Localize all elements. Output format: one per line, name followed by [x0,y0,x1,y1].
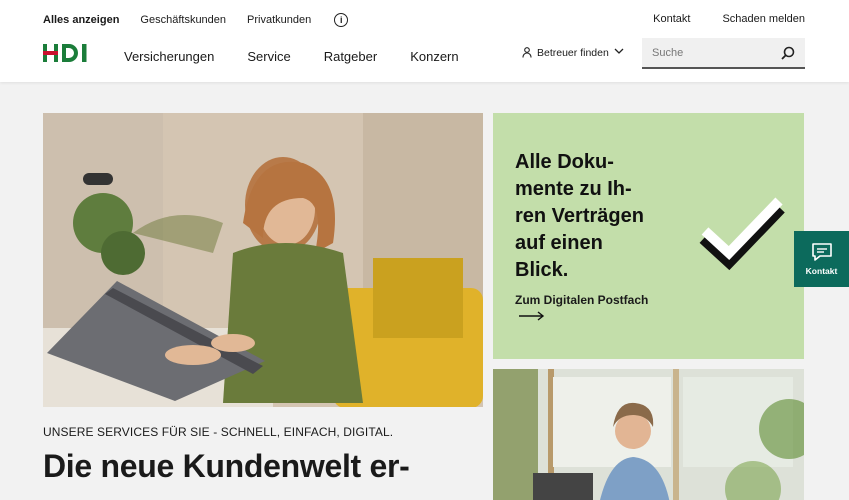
meta-nav-alles-anzeigen[interactable]: Alles anzeigen [43,14,119,26]
nav-service[interactable]: Service [247,49,290,64]
chevron-down-icon [614,46,624,59]
nav-konzern[interactable]: Konzern [410,49,458,64]
search-input[interactable]: Suche [642,38,805,69]
search-placeholder: Suche [652,46,684,59]
meta-nav-privatkunden[interactable]: Privatkunden [247,14,311,26]
card-title-line: auf einen [515,232,603,254]
meta-nav-geschaeftskunden[interactable]: Geschäftskunden [140,14,226,26]
chat-icon [811,243,832,261]
nav-ratgeber[interactable]: Ratgeber [324,49,377,64]
card-title-line: ren Verträgen [515,205,644,227]
person-icon [522,47,532,58]
main-nav: Versicherungen Service Ratgeber Konzern [124,49,459,64]
nav-versicherungen[interactable]: Versicherungen [124,49,214,64]
site-header: Alles anzeigen Geschäftskunden Privatkun… [0,0,849,82]
hdi-logo[interactable] [43,42,93,64]
card-title-line: Alle Doku- [515,151,614,173]
card-title-line: mente zu Ih- [515,178,632,200]
kontakt-floating-button[interactable]: Kontakt [794,231,849,287]
schaden-melden-link[interactable]: Schaden melden [722,13,805,25]
hero-image-woman-laptop [43,113,483,407]
checkmark-icon [699,197,785,271]
page-headline: Die neue Kundenwelt er- [43,448,410,484]
meta-nav: Alles anzeigen Geschäftskunden Privatkun… [43,13,349,27]
kontakt-tab-label: Kontakt [805,266,838,276]
info-icon[interactable]: i [334,13,349,27]
arrow-right-icon [519,311,545,321]
betreuer-label: Betreuer finden [537,46,609,59]
card-title-line: Blick. [515,259,569,281]
digitales-postfach-link[interactable]: Zum Digitalen Postfach [515,293,648,307]
search-icon[interactable] [781,46,795,60]
services-eyebrow: UNSERE SERVICES FÜR SIE - SCHNELL, EINFA… [43,425,394,439]
kontakt-link[interactable]: Kontakt [653,13,690,25]
teaser-image-woman-smiling [493,369,804,500]
meta-nav-right: Kontakt Schaden melden [653,13,805,25]
betreuer-finden-button[interactable]: Betreuer finden [522,46,624,59]
digitales-postfach-card[interactable]: Alle Doku- mente zu Ih- ren Verträgen au… [493,113,804,359]
card-title: Alle Doku- mente zu Ih- ren Verträgen au… [515,149,695,284]
